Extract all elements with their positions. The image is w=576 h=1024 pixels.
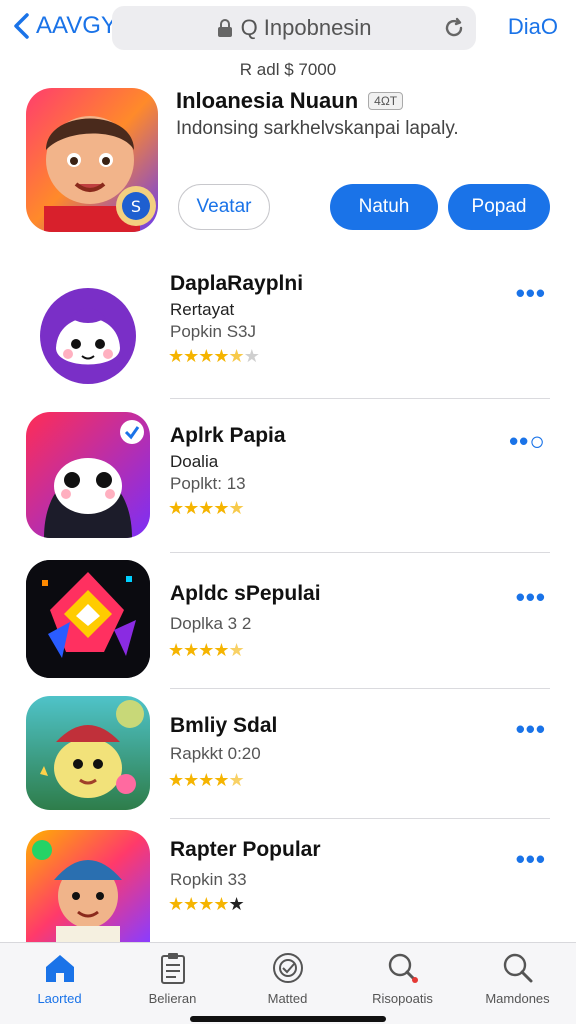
badge-icon [272, 953, 303, 983]
page-subtitle: R adl $ 7000 [239, 60, 337, 79]
tab-mamdones[interactable]: Mamdones [460, 949, 575, 1006]
app-name: Apldc sPepulai [170, 582, 321, 605]
more-options-icon[interactable]: ••• [516, 278, 546, 309]
done-button[interactable]: DiaO [508, 14, 558, 40]
reload-icon[interactable] [442, 16, 466, 40]
app-meta: Rapkkt 0:20 [170, 744, 261, 763]
star-rating: ★★★★★ [168, 640, 245, 660]
divider [170, 818, 550, 819]
app-name: Bmliy Sdal [170, 714, 278, 737]
app-icon [26, 412, 150, 538]
app-meta: Ropkin 33 [170, 870, 247, 889]
divider [170, 552, 550, 553]
star-rating: ★★★★★ [168, 498, 245, 518]
more-options-icon[interactable]: ••• [516, 582, 546, 613]
featured-app-icon[interactable]: S [26, 88, 158, 232]
divider [170, 688, 550, 689]
app-developer: Doalia [170, 452, 219, 471]
lock-icon [217, 19, 232, 37]
app-icon [26, 278, 150, 388]
featured-title-text: Inloanesia Nuaun [176, 88, 359, 113]
app-icon [26, 560, 150, 678]
featured-app-description: Indonsing sarkhelvskanpai lapaly. [176, 118, 459, 139]
chevron-left-icon [14, 13, 29, 39]
home-indicator [190, 1016, 386, 1022]
tab-matted[interactable]: Matted [230, 949, 345, 1006]
back-button[interactable]: AAVGY [12, 12, 117, 40]
app-meta: Popkin S3J [170, 322, 256, 341]
featured-app-title: Inloanesia Nuaun 4ΩT [176, 88, 404, 114]
app-meta: Doplka 3 2 [170, 614, 252, 633]
more-options-icon[interactable]: ••○ [509, 426, 546, 457]
address-bar[interactable]: Q Inpobnesin [112, 6, 476, 50]
app-name: Aplrk Papia [170, 424, 286, 447]
tab-label: Matted [267, 991, 308, 1006]
app-name: Rapter Popular [170, 838, 321, 861]
tab-label: Belieran [148, 991, 197, 1006]
tab-belieran[interactable]: Belieran [115, 949, 230, 1006]
tab-label: Risopoatis [372, 991, 433, 1006]
app-icon [26, 696, 150, 810]
top-navigation-bar: AAVGY Q Inpobnesin DiaO [0, 0, 576, 56]
get-button[interactable]: Natuh [330, 184, 438, 230]
home-icon [45, 955, 74, 982]
more-options-icon[interactable]: ••• [516, 714, 546, 745]
star-rating: ★★★★★ [168, 770, 245, 790]
address-text: Q Inpobnesin [240, 15, 372, 40]
tab-risopoatis[interactable]: Risopoatis [345, 949, 460, 1006]
back-label: AAVGY [36, 12, 117, 39]
app-icon [26, 830, 150, 942]
clipboard-icon [160, 953, 185, 984]
app-developer: Rertayat [170, 300, 235, 319]
divider [170, 398, 550, 399]
star-rating: ★★★★★ [168, 894, 245, 914]
tab-label: Laorted [37, 991, 82, 1006]
age-rating-badge: 4ΩT [368, 92, 404, 110]
more-options-icon[interactable]: ••• [516, 844, 546, 875]
bottom-tab-bar: Laorted Belieran Matted Risopoatis Mamdo… [0, 942, 576, 1024]
tab-label: Mamdones [485, 991, 550, 1006]
view-button[interactable]: Veatar [178, 184, 270, 230]
app-meta: Poplkt: 13 [170, 474, 246, 493]
star-rating: ★★★★★★ [168, 346, 260, 366]
app-name: DaplaRayplni [170, 272, 304, 295]
open-button[interactable]: Popad [448, 184, 550, 230]
svg-text:S: S [131, 197, 141, 216]
search-alert-icon [388, 953, 418, 983]
tab-laorted[interactable]: Laorted [2, 949, 117, 1006]
search-icon [503, 953, 532, 983]
